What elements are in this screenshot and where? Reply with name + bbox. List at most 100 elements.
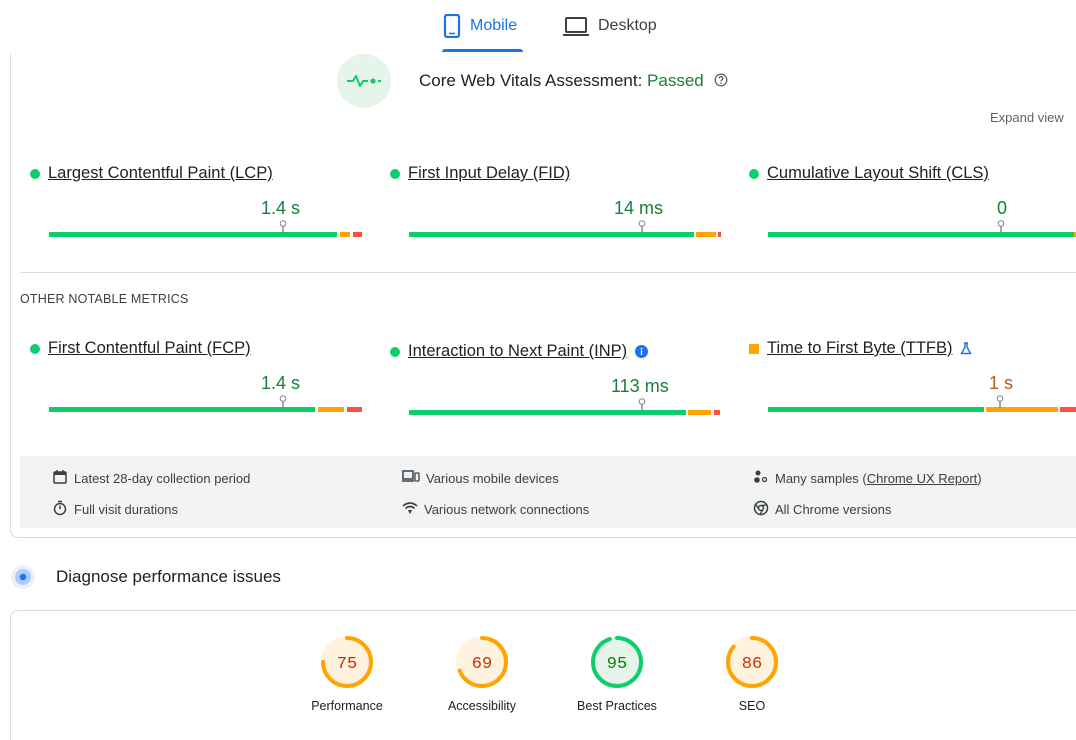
bar-segment-good [409, 232, 694, 237]
info-icon[interactable] [635, 345, 649, 358]
bar-segment-poor [347, 407, 362, 412]
score-label: SEO [738, 699, 766, 713]
laptop-icon [562, 14, 590, 43]
metric-fcp-link[interactable]: First Contentful Paint (FCP) [48, 339, 251, 358]
metric-inp-link[interactable]: Interaction to Next Paint (INP) [408, 342, 627, 361]
samples-text: Many samples (Chrome UX Report) [775, 471, 982, 486]
info-samples: Many samples (Chrome UX Report) [753, 469, 982, 488]
metric-fcp-name: First Contentful Paint (FCP) [30, 339, 251, 358]
metric-lcp-value: 1.4 s [261, 198, 301, 218]
lighthouse-scores-card [10, 610, 1076, 740]
metric-inp-name: Interaction to Next Paint (INP) [390, 342, 649, 361]
bar-segment-good [49, 232, 337, 237]
visit-durations-text: Full visit durations [74, 502, 179, 517]
percentile-pin-icon [279, 395, 287, 409]
diagnose-title: Diagnose performance issues [56, 567, 281, 586]
metric-ttfb-link[interactable]: Time to First Byte (TTFB) [767, 339, 952, 358]
bar-segment-needs-improvement [688, 410, 711, 415]
metric-inp-value: 113 ms [611, 376, 669, 396]
metric-cls-value: 0 [997, 198, 1008, 218]
bar-segment-good [768, 232, 1074, 237]
bar-segment-needs-improvement [318, 407, 344, 412]
flask-experimental-icon[interactable] [960, 342, 972, 355]
score-gauge-seo[interactable]: 86 SEO [697, 634, 807, 713]
tab-desktop[interactable]: Desktop [562, 14, 657, 54]
bar-segment-poor [1060, 407, 1076, 412]
devices-icon [402, 469, 420, 488]
metric-lcp-name: Largest Contentful Paint (LCP) [30, 164, 273, 183]
other-metrics-title: OTHER NOTABLE METRICS [20, 292, 189, 306]
score-label: Best Practices [577, 699, 657, 713]
status-good-dot [749, 168, 759, 179]
lighthouse-target-icon [10, 564, 36, 590]
metric-ttfb-name: Time to First Byte (TTFB) [749, 339, 972, 358]
percentile-pin-icon [996, 395, 1004, 409]
devices-text: Various mobile devices [426, 471, 559, 486]
metric-fid-link[interactable]: First Input Delay (FID) [408, 164, 570, 183]
metric-fcp-value: 1.4 s [261, 373, 301, 393]
network-text: Various network connections [424, 502, 590, 517]
expand-view-link[interactable]: Expand view [990, 110, 1064, 125]
score-value: 95 [607, 655, 627, 674]
cwv-status: Passed [647, 71, 704, 90]
info-network: Various network connections [402, 500, 589, 519]
metric-lcp-link[interactable]: Largest Contentful Paint (LCP) [48, 164, 273, 183]
score-label: Accessibility [447, 699, 517, 713]
phone-icon [442, 13, 462, 43]
metric-fid-value: 14 ms [614, 198, 664, 218]
device-tabs: Mobile Desktop [0, 0, 1076, 54]
diagnose-header: Diagnose performance issues [10, 564, 281, 590]
chrome-versions-text: All Chrome versions [775, 502, 892, 517]
bar-segment-good [49, 407, 315, 412]
bar-segment-needs-improvement [340, 232, 350, 237]
percentile-pin-icon [638, 220, 646, 234]
cwv-assessment-title: Core Web Vitals Assessment: Passed [419, 71, 728, 92]
collection-period-text: Latest 28-day collection period [74, 471, 251, 486]
percentile-pin-icon [638, 398, 646, 412]
gauge-ring: 95 [591, 636, 643, 688]
info-devices: Various mobile devices [402, 469, 559, 488]
metric-fid-name: First Input Delay (FID) [390, 164, 570, 183]
status-good-dot [30, 168, 40, 179]
score-value: 75 [337, 655, 357, 674]
chrome-icon [753, 500, 769, 519]
tab-mobile-label: Mobile [470, 17, 518, 34]
tab-mobile[interactable]: Mobile [442, 13, 518, 54]
score-gauge-best-practices[interactable]: 95 Best Practices [562, 634, 672, 713]
bar-segment-poor [718, 232, 721, 237]
info-visit-durations: Full visit durations [52, 500, 178, 519]
samples-suffix: ) [977, 471, 982, 486]
gauge-ring: 69 [456, 636, 508, 688]
calendar-icon [52, 469, 68, 488]
samples-dots-icon [753, 469, 769, 488]
percentile-pin-icon [997, 220, 1005, 234]
metric-cls-name: Cumulative Layout Shift (CLS) [749, 164, 989, 183]
help-icon[interactable] [714, 72, 728, 92]
bar-segment-poor [353, 232, 362, 237]
section-divider [20, 272, 1076, 273]
wifi-icon [402, 500, 418, 519]
score-gauge-accessibility[interactable]: 69 Accessibility [427, 634, 537, 713]
cwv-title-prefix: Core Web Vitals Assessment: [419, 71, 648, 90]
percentile-pin-icon [279, 220, 287, 234]
status-good-dot [390, 168, 400, 179]
chrome-ux-report-link[interactable]: Chrome UX Report [867, 471, 978, 486]
active-tab-indicator [442, 49, 523, 52]
score-label: Performance [311, 699, 383, 713]
gauge-ring: 75 [321, 636, 373, 688]
status-good-dot [30, 343, 40, 354]
info-chrome-versions: All Chrome versions [753, 500, 891, 519]
tab-desktop-label: Desktop [598, 17, 657, 34]
status-needs-improvement-square [749, 343, 759, 354]
stopwatch-icon [52, 500, 68, 519]
vitals-pulse-icon [337, 54, 391, 108]
bar-segment-needs-improvement [696, 232, 716, 237]
score-gauge-performance[interactable]: 75 Performance [292, 634, 402, 713]
score-value: 69 [472, 655, 492, 674]
info-collection-period: Latest 28-day collection period [52, 469, 250, 488]
bar-segment-poor [714, 410, 720, 415]
metric-cls-link[interactable]: Cumulative Layout Shift (CLS) [767, 164, 989, 183]
metric-ttfb-value: 1 s [989, 373, 1014, 393]
samples-prefix: Many samples ( [775, 471, 867, 486]
status-good-dot [390, 346, 400, 357]
